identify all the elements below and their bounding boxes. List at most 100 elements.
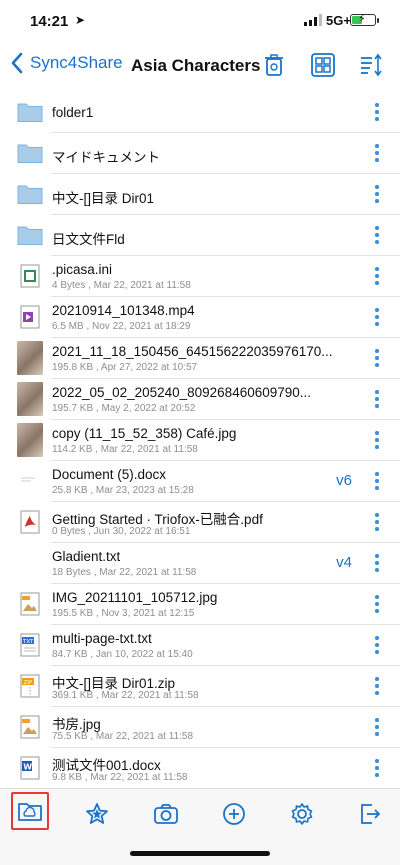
more-options-icon[interactable]: [374, 718, 380, 738]
more-options-icon[interactable]: [374, 349, 380, 369]
more-options-icon[interactable]: [374, 390, 380, 410]
video-file-icon: [17, 304, 43, 330]
generic-file-icon: [17, 263, 43, 289]
file-row[interactable]: 书房.jpg 75.5 KB , Mar 22, 2021 at 11:58: [0, 707, 400, 748]
item-name: 2021_11_18_150456_645156222035976170...: [52, 344, 333, 359]
more-options-icon[interactable]: [374, 472, 380, 492]
more-options-icon[interactable]: [374, 144, 380, 164]
more-options-icon[interactable]: [374, 103, 380, 123]
item-meta: 369.1 KB , Mar 22, 2021 at 11:58: [52, 690, 199, 701]
item-name: 2022_05_02_205240_809268460609790...: [52, 385, 312, 400]
more-options-icon[interactable]: [374, 185, 380, 205]
item-meta: 195.7 KB , May 2, 2022 at 20:52: [52, 403, 196, 414]
page-title: Asia Characters: [131, 56, 261, 75]
back-label: Sync4Share: [30, 53, 123, 72]
tab-cloud-files[interactable]: [11, 792, 49, 830]
folder-row[interactable]: 日文文件Fld: [0, 215, 400, 256]
version-badge[interactable]: v4: [336, 554, 352, 571]
more-options-icon[interactable]: [374, 267, 380, 287]
more-options-icon[interactable]: [374, 513, 380, 533]
zip-file-icon: ZIP: [17, 673, 43, 699]
status-bar: 14:21 ➤ 5G+ ⚡: [0, 0, 400, 44]
tab-settings[interactable]: [287, 799, 317, 829]
version-badge[interactable]: v6: [336, 472, 352, 489]
item-name: .picasa.ini: [52, 262, 113, 277]
txt-file-icon: TXT: [17, 632, 43, 658]
more-options-icon[interactable]: [374, 759, 380, 779]
item-meta: 25.8 KB , Mar 23, 2023 at 15:28: [52, 485, 194, 496]
item-name: 20210914_101348.mp4: [52, 303, 195, 318]
recycle-bin-icon[interactable]: [261, 52, 287, 78]
file-row[interactable]: Getting Started · Triofox-已融合.pdf 0 Bytes…: [0, 502, 400, 543]
file-row[interactable]: TXT multi-page-txt.txt 84.7 KB , Jan 10, 2…: [0, 625, 400, 666]
folder-row[interactable]: folder1: [0, 92, 400, 133]
file-row[interactable]: Gladient.txt 18 Bytes , Mar 22, 2021 at 1…: [0, 543, 400, 584]
item-meta: 4 Bytes , Mar 22, 2021 at 11:58: [52, 280, 191, 291]
photo-thumbnail: [17, 382, 43, 416]
item-name: folder1: [52, 105, 94, 120]
more-options-icon[interactable]: [374, 595, 380, 615]
folder-icon: [17, 140, 43, 166]
folder-icon: [17, 222, 43, 248]
file-row[interactable]: .picasa.ini 4 Bytes , Mar 22, 2021 at 11:…: [0, 256, 400, 297]
star-icon: [86, 803, 108, 824]
tab-favorites[interactable]: [82, 799, 112, 829]
more-options-icon[interactable]: [374, 431, 380, 451]
photo-thumbnail: [17, 341, 43, 375]
cloud-folder-icon: [18, 803, 42, 821]
more-options-icon[interactable]: [374, 308, 380, 328]
text-thumbnail: [17, 550, 43, 576]
logout-icon: [361, 804, 381, 824]
file-row[interactable]: 2021_11_18_150456_645156222035976170... 1…: [0, 338, 400, 379]
file-row[interactable]: Document (5).docx 25.8 KB , Mar 23, 2023 …: [0, 461, 400, 502]
status-time: 14:21: [30, 13, 69, 30]
item-meta: 9.8 KB , Mar 22, 2021 at 11:58: [52, 772, 188, 783]
signal-icon: [304, 14, 322, 26]
tab-camera-upload[interactable]: [151, 799, 181, 829]
item-name: 书房.jpg: [52, 717, 101, 732]
item-meta: 114.2 KB , Mar 22, 2021 at 11:58: [52, 444, 198, 455]
item-name: マイドキュメント: [52, 150, 160, 165]
item-name: IMG_20211101_105712.jpg: [52, 590, 218, 605]
file-row[interactable]: IMG_20211101_105712.jpg 195.5 KB , Nov 3,…: [0, 584, 400, 625]
item-meta: 18 Bytes , Mar 22, 2021 at 11:58: [52, 567, 197, 578]
item-meta: 0 Bytes , Jun 30, 2022 at 16:51: [52, 526, 191, 537]
tab-logout[interactable]: [355, 799, 385, 829]
chevron-left-icon: [11, 52, 23, 74]
item-name: 中文-[]目录 Dir01: [52, 191, 155, 206]
item-meta: 6.5 MB , Nov 22, 2021 at 18:29: [52, 321, 191, 332]
tab-add[interactable]: [219, 799, 249, 829]
more-options-icon[interactable]: [374, 677, 380, 697]
photo-thumbnail: [17, 423, 43, 457]
file-row[interactable]: copy (11_15_52_358) Café.jpg 114.2 KB , M…: [0, 420, 400, 461]
document-thumbnail: [17, 468, 43, 494]
add-circle-icon: [223, 803, 245, 825]
folder-row[interactable]: マイドキュメント: [0, 133, 400, 174]
item-name: multi-page-txt.txt: [52, 631, 152, 646]
folder-icon: [17, 181, 43, 207]
item-name: 中文-[]目录 Dir01.zip: [52, 676, 176, 691]
back-button[interactable]: Sync4Share: [10, 52, 123, 74]
more-options-icon[interactable]: [374, 226, 380, 246]
network-type: 5G+: [326, 13, 351, 28]
item-meta: 195.8 KB , Apr 27, 2022 at 10:57: [52, 362, 198, 373]
pdf-file-icon: [17, 509, 43, 535]
file-row[interactable]: W 测试文件001.docx 9.8 KB , Mar 22, 2021 at 11…: [0, 748, 400, 789]
sort-icon[interactable]: [358, 52, 384, 78]
file-row[interactable]: 2022_05_02_205240_809268460609790... 195.…: [0, 379, 400, 420]
file-row[interactable]: 20210914_101348.mp4 6.5 MB , Nov 22, 2021…: [0, 297, 400, 338]
folder-row[interactable]: 中文-[]目录 Dir01: [0, 174, 400, 215]
bottom-tab-bar: [0, 788, 400, 865]
item-name: Getting Started · Triofox-已融合.pdf: [52, 512, 263, 527]
item-name: 日文文件Fld: [52, 232, 125, 247]
navigation-bar: Sync4Share Asia Characters: [0, 44, 400, 88]
word-file-icon: W: [17, 755, 43, 781]
item-name: copy (11_15_52_358) Café.jpg: [52, 426, 237, 441]
more-options-icon[interactable]: [374, 554, 380, 574]
grid-view-icon[interactable]: [310, 52, 336, 78]
home-indicator: [130, 851, 270, 856]
file-row[interactable]: ZIP 中文-[]目录 Dir01.zip 369.1 KB , Mar 22, 2…: [0, 666, 400, 707]
location-arrow-icon: ➤: [75, 13, 86, 27]
folder-icon: [17, 99, 43, 125]
more-options-icon[interactable]: [374, 636, 380, 656]
